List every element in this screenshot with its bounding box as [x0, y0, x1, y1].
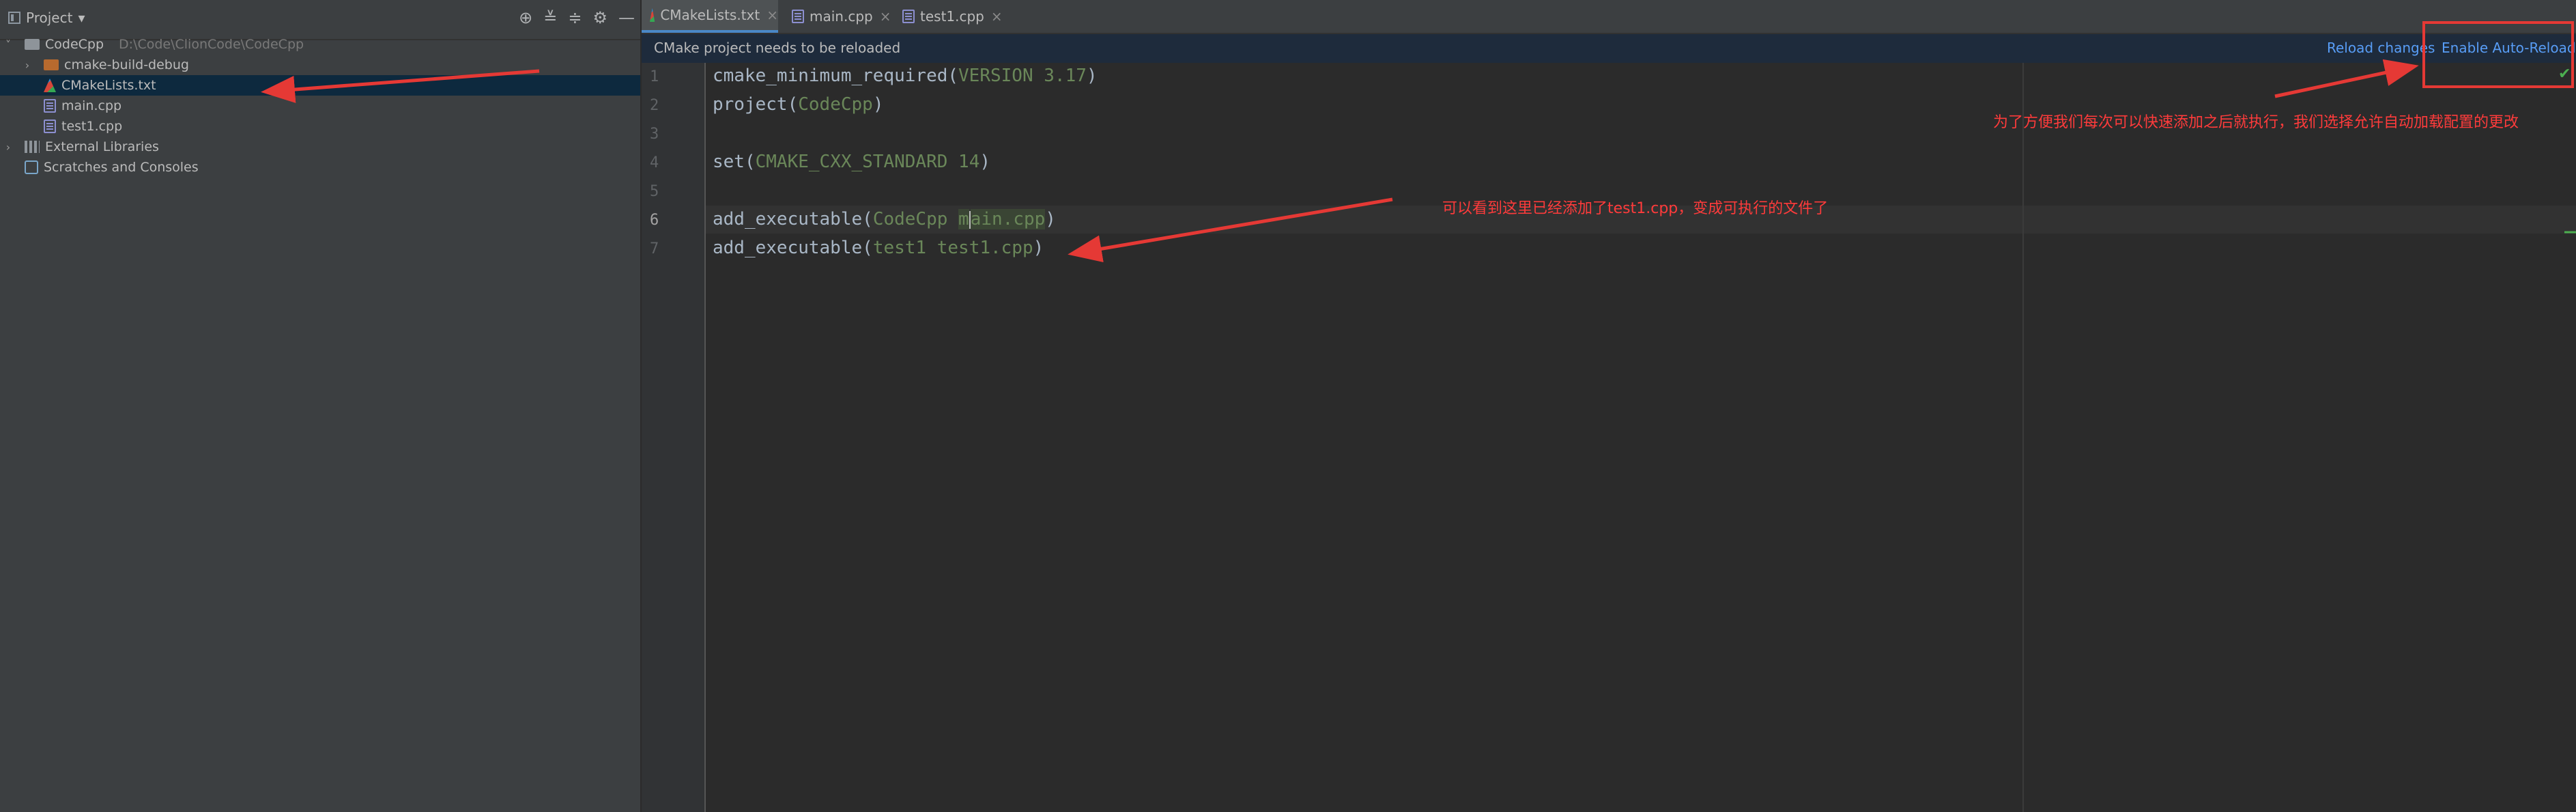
- arrow-to-test1-line: [1068, 197, 1393, 263]
- annotation-arrows: [261, 59, 2576, 263]
- arrow-to-auto-reload: [2274, 59, 2419, 98]
- arrow-to-cmakelists: [261, 69, 540, 103]
